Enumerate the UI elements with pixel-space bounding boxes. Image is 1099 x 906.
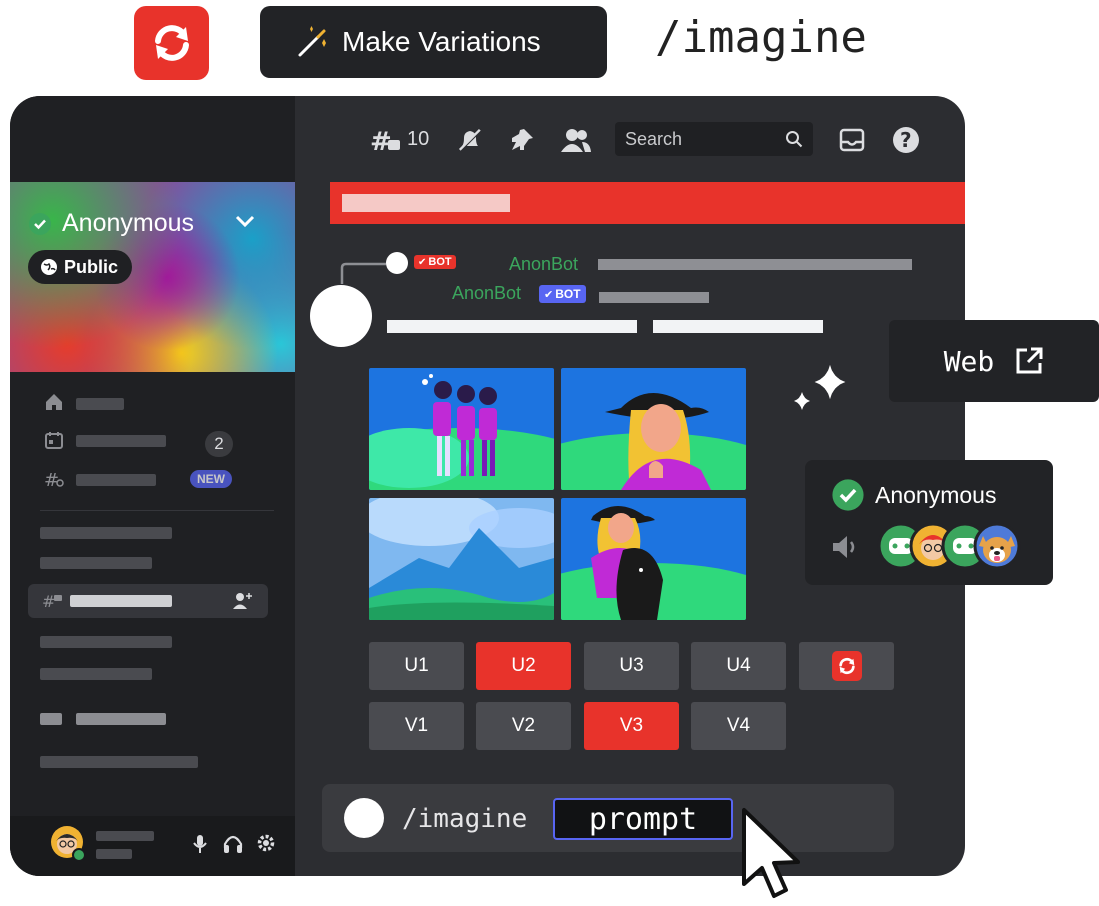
variation-button-v4[interactable]: V4 [691, 702, 786, 750]
upscale-button-u2[interactable]: U2 [476, 642, 571, 690]
voice-participants [877, 522, 1021, 570]
sidebar-item-events[interactable] [76, 435, 166, 447]
thread-icon: # [42, 592, 64, 617]
help-icon[interactable]: ? [892, 126, 920, 159]
reroll-button[interactable] [799, 642, 894, 690]
generated-image-1[interactable] [369, 368, 554, 490]
magic-wand-icon [298, 26, 326, 57]
bot-tag: ✔ BOT [539, 285, 586, 303]
sidebar-divider [40, 510, 274, 511]
new-badge: NEW [190, 470, 232, 488]
category-header[interactable] [76, 713, 166, 725]
user-avatar[interactable] [50, 825, 88, 868]
message-text [653, 320, 823, 333]
bot-tag: ✔ BOT [414, 255, 456, 269]
calendar-icon [44, 430, 64, 455]
generated-image-2[interactable] [561, 368, 746, 490]
search-input[interactable]: Search [615, 122, 813, 156]
prompt-option[interactable]: prompt [553, 798, 733, 840]
message-author[interactable]: AnonBot [452, 283, 521, 304]
add-member-icon[interactable] [232, 591, 254, 616]
reply-author[interactable]: AnonBot [509, 254, 578, 275]
upscale-button-u3[interactable]: U3 [584, 642, 679, 690]
server-header[interactable]: Anonymous [28, 209, 194, 238]
slash-command: /imagine [402, 804, 528, 834]
composer-avatar [344, 798, 384, 838]
external-link-icon [1016, 347, 1043, 374]
upscale-button-u4[interactable]: U4 [691, 642, 786, 690]
refresh-icon [154, 25, 189, 61]
home-icon [44, 392, 64, 417]
voice-channel-card[interactable]: Anonymous [805, 460, 1053, 585]
make-variations-button[interactable]: Make Variations [260, 6, 607, 78]
threads-count: 10 [407, 128, 430, 150]
sidebar-item-home[interactable] [76, 398, 124, 410]
public-label: Public [64, 256, 119, 277]
channel-banner-title [342, 194, 510, 212]
generated-image-4[interactable] [561, 498, 746, 620]
voice-card-name: Anonymous [875, 481, 997, 508]
imagine-heading: /imagine [655, 12, 867, 63]
make-variations-label: Make Variations [342, 26, 541, 57]
svg-text:?: ? [900, 128, 912, 152]
svg-text:#: # [42, 592, 55, 611]
channel-placeholder[interactable] [40, 557, 152, 569]
speaker-icon [833, 536, 855, 558]
reroll-logo [134, 6, 209, 80]
headphones-icon[interactable] [222, 834, 244, 859]
channel-placeholder[interactable] [40, 527, 172, 539]
mute-bell-icon[interactable] [456, 126, 484, 159]
chevron-down-icon[interactable] [232, 208, 258, 240]
message-timestamp [599, 292, 709, 303]
threads-icon[interactable]: # [370, 126, 402, 161]
variation-button-v2[interactable]: V2 [476, 702, 571, 750]
reply-preview [598, 259, 912, 270]
public-pill: Public [28, 250, 133, 284]
channel-placeholder[interactable] [40, 636, 172, 648]
inbox-icon[interactable] [838, 126, 866, 159]
channel-placeholder[interactable] [40, 668, 152, 680]
web-link-card[interactable]: Web [889, 320, 1099, 402]
category-icon [40, 713, 62, 725]
svg-text:#: # [44, 470, 59, 490]
web-label: Web [943, 344, 995, 378]
server-name: Anonymous [62, 209, 195, 237]
settings-gear-icon[interactable] [256, 833, 276, 858]
search-placeholder: Search [625, 128, 683, 149]
verified-icon [29, 212, 51, 235]
thread-search-icon: # [44, 470, 66, 495]
sidebar-item-browse[interactable] [76, 474, 156, 486]
sparkles-shadow [813, 363, 847, 401]
message-text [387, 320, 637, 333]
mouse-pointer-icon [742, 808, 800, 898]
microphone-icon[interactable] [192, 834, 208, 859]
refresh-icon [831, 651, 862, 681]
variation-button-v3[interactable]: V3 [584, 702, 679, 750]
variation-button-v1[interactable]: V1 [369, 702, 464, 750]
events-count-badge: 2 [205, 431, 233, 457]
generated-image-3[interactable] [369, 498, 554, 620]
upscale-button-u1[interactable]: U1 [369, 642, 464, 690]
status-placeholder [96, 849, 132, 859]
username-placeholder [96, 831, 154, 841]
search-icon [786, 131, 803, 148]
channel-placeholder[interactable] [40, 756, 198, 768]
verified-icon [832, 479, 864, 511]
pin-icon[interactable] [508, 126, 536, 159]
globe-icon [41, 259, 57, 275]
reply-avatar[interactable] [386, 252, 408, 274]
selected-channel-name [70, 595, 172, 607]
members-icon[interactable] [560, 126, 592, 159]
message-avatar[interactable] [310, 285, 372, 347]
